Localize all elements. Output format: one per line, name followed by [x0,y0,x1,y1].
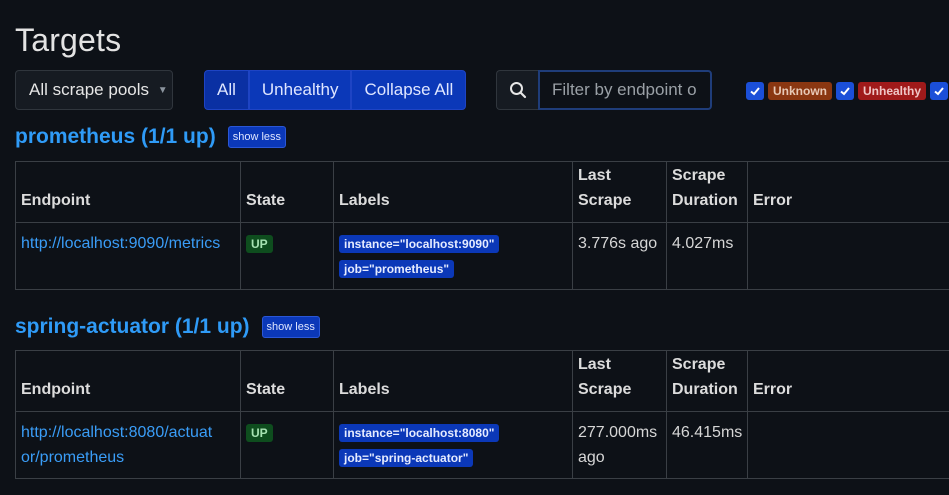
label-badge-job: job="prometheus" [339,260,455,278]
endpoint-cell: http://localhost:8080/actuat or/prometheu… [15,411,241,479]
unhealthy-filter-label: Unhealthy [858,82,927,100]
unknown-filter-label: Unknown [768,82,832,100]
table-header-row: Endpoint State Labels Last Scrape Scrape D… [15,161,949,223]
endpoint-header: Endpoint [15,161,241,223]
filter-button-group: All Unhealthy Collapse All [204,70,467,110]
scrape-duration-header: Scrape Duration [666,350,748,412]
last-scrape-header: Last Scrape [572,350,667,412]
collapse-all-button[interactable]: Collapse All [351,70,467,110]
show-less-button[interactable]: show less [227,126,286,148]
error-header: Error [747,350,949,412]
show-less-button[interactable]: show less [261,316,320,338]
page-title: Targets [15,22,122,58]
label-badge-instance: instance="localhost:9090" [339,235,500,253]
chevron-down-icon: ▼ [157,85,168,96]
targets-table-spring-actuator: Endpoint State Labels Last Scrape Scrape D… [15,350,949,479]
endpoint-filter-input[interactable] [538,70,712,110]
healthy-filter-checkbox[interactable] [930,82,949,100]
check-icon [750,87,760,96]
status-badge: UP [246,424,273,442]
unknown-filter-checkbox[interactable] [746,82,764,100]
last-scrape-cell: 277.000ms ago [572,411,667,479]
table-row: http://localhost:9090/metrics UP instanc… [15,222,949,290]
endpoint-cell: http://localhost:9090/metrics [15,222,241,290]
health-filters: Unknown Unhealthy [746,82,949,100]
check-icon [934,87,944,96]
table-header-row: Endpoint State Labels Last Scrape Scrape D… [15,350,949,412]
labels-cell: instance="localhost:8080" job="spring-ac… [333,411,573,479]
labels-header: Labels [333,350,573,412]
labels-cell: instance="localhost:9090" job="prometheu… [333,222,573,290]
last-scrape-header: Last Scrape [572,161,667,223]
pool-header-spring-actuator: spring-actuator (1/1 up) show less [15,315,320,339]
scrape-duration-cell: 46.415ms [666,411,748,479]
state-header: State [240,161,334,223]
error-cell [747,411,949,479]
label-badge-instance: instance="localhost:8080" [339,424,500,442]
search-icon [496,70,538,110]
state-cell: UP [240,411,334,479]
targets-table-prometheus: Endpoint State Labels Last Scrape Scrape D… [15,161,949,290]
table-row: http://localhost:8080/actuat or/prometheu… [15,411,949,479]
error-header: Error [747,161,949,223]
scrape-pools-select[interactable]: All scrape pools ▼ [15,70,173,110]
last-scrape-cell: 3.776s ago [572,222,667,290]
scrape-pools-select-value: All scrape pools [29,80,150,99]
scrape-duration-cell: 4.027ms [666,222,748,290]
status-badge: UP [246,235,273,253]
pool-title-spring-actuator[interactable]: spring-actuator (1/1 up) [15,315,250,339]
endpoint-header: Endpoint [15,350,241,412]
label-badge-job: job="spring-actuator" [339,449,474,467]
scrape-duration-header: Scrape Duration [666,161,748,223]
toolbar: All scrape pools ▼ All Unhealthy Collaps… [0,70,949,110]
all-button[interactable]: All [204,70,249,110]
labels-header: Labels [333,161,573,223]
state-cell: UP [240,222,334,290]
endpoint-link[interactable]: http://localhost:9090/metrics [21,235,220,252]
check-icon [840,87,850,96]
unhealthy-filter-checkbox[interactable] [836,82,854,100]
endpoint-link[interactable]: http://localhost:8080/actuat or/prometheu… [21,424,212,466]
pool-header-prometheus: prometheus (1/1 up) show less [15,125,286,149]
error-cell [747,222,949,290]
state-header: State [240,350,334,412]
pool-title-prometheus[interactable]: prometheus (1/1 up) [15,125,216,149]
unhealthy-button[interactable]: Unhealthy [248,70,352,110]
